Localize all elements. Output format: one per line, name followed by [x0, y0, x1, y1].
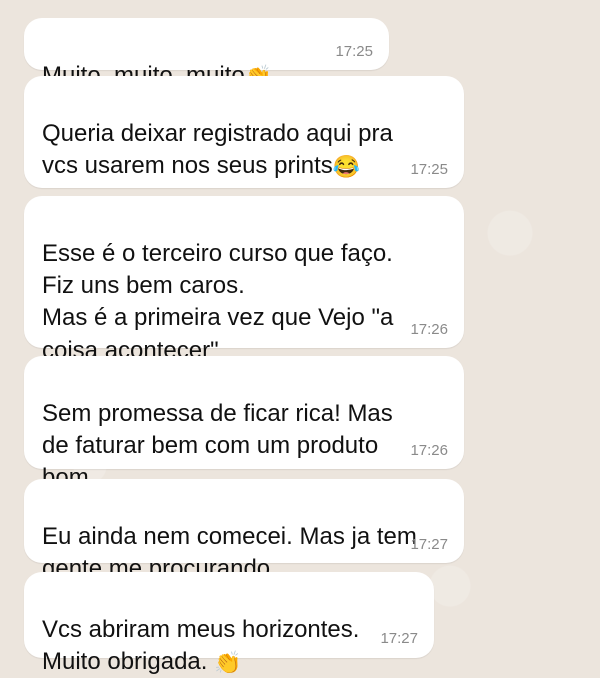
message-bubble: Vcs abriram meus horizontes. Muito obrig…	[24, 572, 434, 675]
message-body: Sem promessa de ficar rica! Mas de fatur…	[42, 400, 393, 492]
message-text: Sem promessa de ficar rica! Mas de fatur…	[42, 366, 446, 495]
message-time: 17:26	[410, 442, 448, 459]
message-time: 17:27	[380, 630, 418, 647]
message-time: 17:25	[410, 161, 448, 178]
message-bubble: Esse é o terceiro curso que faço. Fiz un…	[24, 196, 464, 364]
message-time: 17:27	[410, 536, 448, 553]
message-text: Eu ainda nem comecei. Mas ja tem gente m…	[42, 489, 446, 585]
message-body: Esse é o terceiro curso que faço. Fiz un…	[42, 240, 394, 364]
message-text: Esse é o terceiro curso que faço. Fiz un…	[42, 206, 446, 367]
message-text: Vcs abriram meus horizontes. Muito obrig…	[42, 582, 416, 678]
clapping-hands-icon: 👏	[214, 650, 242, 676]
message-bubble: Queria deixar registrado aqui pra vcs us…	[24, 76, 464, 188]
message-text: Queria deixar registrado aqui pra vcs us…	[42, 86, 446, 182]
chat-window: Muito, muito, muito👏 17:25 Queria deixar…	[0, 0, 600, 675]
message-bubble: Sem promessa de ficar rica! Mas de fatur…	[24, 356, 464, 491]
message-time: 17:26	[410, 321, 448, 338]
message-body: Vcs abriram meus horizontes. Muito obrig…	[42, 616, 360, 676]
laughing-face-icon: 😂	[332, 154, 361, 180]
message-bubble: Eu ainda nem comecei. Mas ja tem gente m…	[24, 479, 464, 582]
message-time: 17:25	[335, 43, 373, 60]
message-bubble: Muito, muito, muito👏 17:25	[24, 18, 389, 89]
